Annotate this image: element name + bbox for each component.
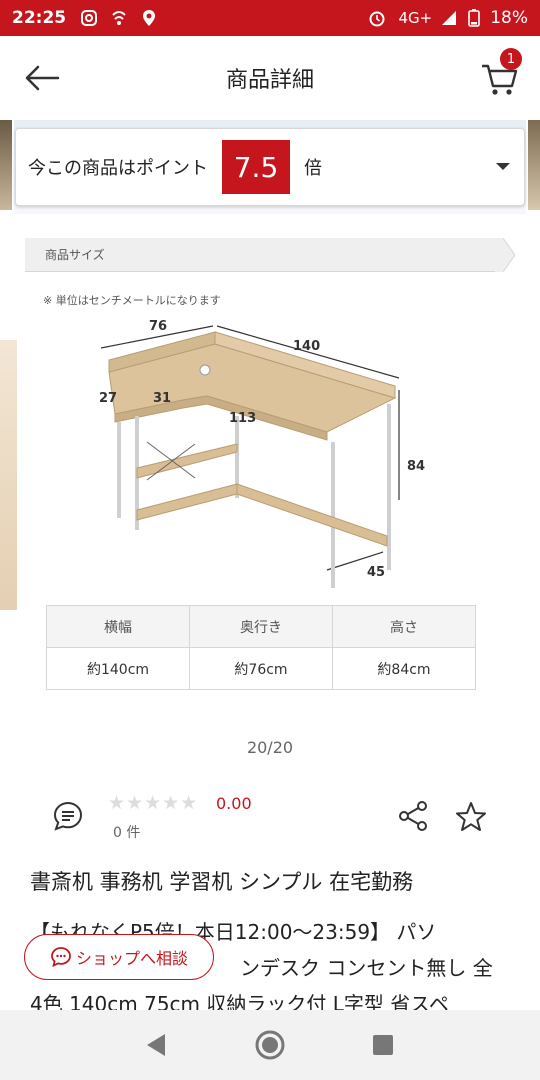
points-suffix: 倍 — [304, 158, 322, 179]
review-chat-icon[interactable] — [52, 800, 84, 832]
size-tab: 商品サイズ — [25, 238, 497, 272]
tab-chevron-shape — [495, 238, 515, 272]
status-right: 4G+ 18% — [368, 8, 528, 28]
system-nav-bar — [0, 1010, 540, 1080]
table-row: 約140cm 約76cm 約84cm — [46, 647, 476, 690]
dim-label-140: 140 — [293, 339, 320, 354]
status-bar: 22:25 4G+ 18% — [0, 0, 540, 36]
share-icon[interactable] — [398, 800, 430, 832]
header-height: 高さ — [332, 605, 476, 648]
signal-icon — [442, 11, 457, 25]
points-label: 今この商品はポイント — [28, 158, 208, 179]
rating-value: 0.00 — [216, 794, 252, 813]
unit-note: ※ 単位はセンチメートルになります — [43, 294, 221, 307]
wifi-calling-icon — [112, 11, 126, 25]
shop-consult-button[interactable]: ショップへ相談 — [24, 934, 214, 980]
battery-icon — [468, 9, 481, 27]
consult-chat-icon — [51, 947, 71, 968]
product-gallery[interactable]: 今この商品はポイント 7.5 倍 商品サイズ ※ 単位はセンチメートルになります — [0, 120, 540, 1010]
page-title: 商品詳細 — [225, 68, 314, 93]
cart-count-badge: 1 — [500, 48, 522, 70]
status-time: 22:25 — [12, 8, 67, 28]
back-arrow-icon[interactable] — [22, 62, 62, 94]
size-image-card: 商品サイズ ※ 単位はセンチメートルになります 76 140 27 31 113… — [17, 228, 525, 710]
nav-back-icon[interactable] — [141, 1029, 173, 1061]
review-count: 0 件 — [113, 825, 141, 841]
points-multiplier: 7.5 — [222, 140, 290, 194]
desk-dimension-diagram: 76 140 27 31 113 19 84 45 — [99, 320, 425, 588]
prev-image-sliver — [0, 340, 17, 610]
product-description-line: 4色 140cm 75cm 収納ラック付 L字型 省スペ — [30, 992, 449, 1010]
header-width: 横幅 — [46, 605, 190, 648]
size-table: 横幅 奥行き 高さ 約140cm 約76cm 約84cm — [46, 605, 476, 690]
value-height: 約84cm — [332, 647, 476, 690]
shop-consult-label: ショップへ相談 — [75, 949, 188, 968]
value-depth: 約76cm — [189, 647, 333, 690]
dim-label-76: 76 — [149, 320, 167, 334]
next-image-edge — [528, 120, 540, 210]
nav-recents-icon[interactable] — [367, 1029, 399, 1061]
rating-stars: ★★★★★ — [108, 792, 199, 814]
alarm-icon — [369, 11, 385, 27]
points-banner[interactable]: 今この商品はポイント 7.5 倍 — [15, 128, 525, 206]
dim-label-84: 84 — [407, 459, 425, 474]
product-title: 書斎机 事務机 学習机 シンプル 在宅勤務 — [30, 870, 414, 894]
instagram-icon — [81, 10, 98, 26]
dim-label-113: 113 — [229, 411, 256, 426]
value-width: 約140cm — [46, 647, 190, 690]
cart-button[interactable]: 1 — [478, 48, 522, 98]
prev-image-edge — [0, 120, 12, 210]
dim-label-31: 31 — [153, 391, 171, 406]
network-type: 4G+ — [398, 9, 433, 27]
image-pager: 20/20 — [246, 738, 294, 757]
table-header-row: 横幅 奥行き 高さ — [46, 605, 476, 648]
chevron-down-icon — [496, 163, 510, 170]
header-depth: 奥行き — [189, 605, 333, 648]
favorite-star-icon[interactable] — [454, 800, 488, 834]
dim-label-45: 45 — [367, 565, 385, 580]
nav-home-icon[interactable] — [254, 1029, 286, 1061]
battery-level: 18% — [490, 8, 528, 28]
app-bar: 商品詳細 1 — [0, 36, 540, 120]
review-row: ★★★★★ 0.00 0 件 — [0, 788, 540, 858]
dim-label-19: 19 — [183, 433, 201, 448]
dim-label-27: 27 — [99, 391, 117, 406]
location-icon — [143, 10, 156, 26]
